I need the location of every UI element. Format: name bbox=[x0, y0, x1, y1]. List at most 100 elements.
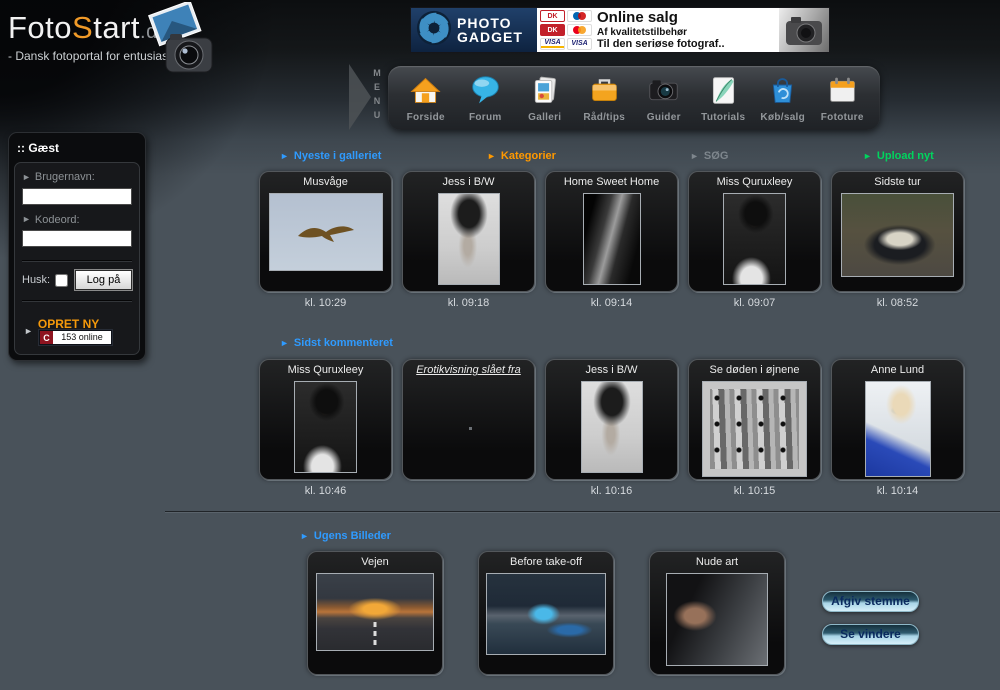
photo-card-anne-lund[interactable]: Anne Lund bbox=[831, 359, 964, 480]
gallery-cell: Anne Lund kl. 10:14 bbox=[831, 359, 964, 498]
nav-item-tutorials[interactable]: Tutorials bbox=[695, 74, 752, 123]
feather-page-icon bbox=[707, 74, 740, 112]
dankort-icon: DK bbox=[540, 10, 565, 22]
photo-card-home-sweet-home[interactable]: Home Sweet Home bbox=[545, 171, 678, 292]
newest-gallery-row: Musvåge kl. 10:29 Jess i B/W kl. 09:18 H… bbox=[259, 171, 964, 310]
photo-time: kl. 10:14 bbox=[831, 485, 964, 498]
see-winners-button[interactable]: Se vindere bbox=[822, 624, 919, 645]
username-input[interactable] bbox=[22, 188, 132, 205]
photo-title: Sidste tur bbox=[832, 172, 963, 188]
nav-label: Køb/salg bbox=[760, 112, 805, 123]
ad-subline-1: Af kvalitetstilbehør bbox=[597, 27, 725, 38]
photo-title: Musvåge bbox=[260, 172, 391, 188]
section-link-last-commented[interactable]: ► Sidst kommenteret bbox=[280, 337, 393, 349]
photo-time: kl. 09:07 bbox=[688, 297, 821, 310]
mastercard-icon bbox=[567, 24, 592, 36]
site-logo[interactable]: FotoStart.dk - Dansk fotoportal for entu… bbox=[8, 10, 238, 63]
password-label-text: Kodeord: bbox=[35, 214, 80, 226]
photo-time: kl. 10:46 bbox=[259, 485, 392, 498]
vote-button[interactable]: Afgiv stemme bbox=[822, 591, 919, 612]
gallery-cell: Nude art bbox=[649, 551, 785, 675]
nav-label: Galleri bbox=[528, 112, 561, 123]
ad-text: Online salg Af kvalitetstilbehør Til den… bbox=[597, 10, 725, 50]
photo-thumbnail bbox=[269, 193, 383, 271]
last-commented-row: Miss Quruxleey kl. 10:46 Erotikvisning s… bbox=[259, 359, 964, 498]
section-label: Nyeste i galleriet bbox=[294, 150, 381, 162]
photo-thumbnail bbox=[316, 573, 434, 651]
bullet-icon: ► bbox=[22, 173, 31, 182]
bullet-icon: ► bbox=[690, 152, 699, 161]
photo-card-se-doeden[interactable]: Se døden i øjnene bbox=[688, 359, 821, 480]
photo-card-nude-art[interactable]: Nude art bbox=[649, 551, 785, 675]
photo-card-musvaage[interactable]: Musvåge bbox=[259, 171, 392, 292]
photo-time: kl. 09:18 bbox=[402, 297, 535, 310]
password-input[interactable] bbox=[22, 230, 132, 247]
nav-item-forside[interactable]: Forside bbox=[397, 74, 454, 123]
logo-foto: Foto bbox=[8, 10, 72, 45]
photo-title: Vejen bbox=[308, 552, 442, 568]
nav-item-fototure[interactable]: Fototure bbox=[814, 74, 871, 123]
photo-card-before-take-off[interactable]: Before take-off bbox=[478, 551, 614, 675]
ad-content-panel: DK DK VISA VISA Online salg Af kvalitets… bbox=[537, 8, 779, 52]
photo-thumbnail bbox=[841, 193, 954, 277]
photo-card-miss-quruxleey[interactable]: Miss Quruxleey bbox=[688, 171, 821, 292]
divider bbox=[22, 300, 132, 302]
fotostart-page: FotoStart.dk - Dansk fotoportal for entu… bbox=[0, 0, 1000, 690]
week-photos-row: Vejen Before take-off Nude art bbox=[307, 551, 785, 675]
photo-thumbnail bbox=[865, 381, 931, 477]
photo-card-erotik-disabled[interactable]: Erotikvisning slået fra bbox=[402, 359, 535, 480]
photo-card-vejen[interactable]: Vejen bbox=[307, 551, 443, 675]
bullet-icon: ► bbox=[280, 152, 289, 161]
photo-title: Nude art bbox=[650, 552, 784, 568]
ad-subline-2: Til den seriøse fotograf.. bbox=[597, 38, 725, 50]
section-link-upload[interactable]: ►Upload nyt bbox=[863, 150, 934, 162]
remember-label: Husk: bbox=[22, 274, 50, 286]
divider bbox=[22, 260, 132, 262]
nav-item-galleri[interactable]: Galleri bbox=[516, 74, 573, 123]
password-label: ►Kodeord: bbox=[22, 214, 132, 226]
speech-bubble-icon bbox=[469, 74, 502, 112]
ad-brand-line2: GADGET bbox=[457, 30, 523, 44]
nav-item-koeb-salg[interactable]: Køb/salg bbox=[754, 74, 811, 123]
nav-item-raad-tips[interactable]: Råd/tips bbox=[576, 74, 633, 123]
bullet-icon: ► bbox=[280, 339, 289, 348]
visa-icon: VISA bbox=[567, 38, 592, 50]
photo-thumbnail bbox=[486, 573, 606, 655]
ad-brand-panel: PHOTO GADGET bbox=[411, 8, 537, 52]
maestro-icon bbox=[567, 10, 592, 22]
gallery-cell: Jess i B/W kl. 10:16 bbox=[545, 359, 678, 498]
photo-thumbnail bbox=[583, 193, 641, 285]
username-label-text: Brugernavn: bbox=[35, 171, 95, 183]
section-label: Ugens Billeder bbox=[314, 530, 391, 542]
hidden-photo-dot bbox=[469, 427, 472, 430]
counter-badge: C bbox=[40, 331, 53, 344]
gallery-cell: Miss Quruxleey kl. 10:46 bbox=[259, 359, 392, 498]
ad-banner[interactable]: PHOTO GADGET DK DK VISA VISA Online salg… bbox=[410, 7, 830, 53]
photo-title: Se døden i øjnene bbox=[689, 360, 820, 376]
photo-card-jess[interactable]: Jess i B/W bbox=[402, 171, 535, 292]
menu-arrow-icon[interactable] bbox=[349, 64, 371, 130]
visa-label: VISA bbox=[571, 41, 587, 47]
remember-checkbox[interactable] bbox=[55, 274, 68, 287]
photo-time: kl. 09:14 bbox=[545, 297, 678, 310]
login-button[interactable]: Log på bbox=[75, 270, 132, 290]
photo-time: kl. 08:52 bbox=[831, 297, 964, 310]
section-label: Sidst kommenteret bbox=[294, 337, 393, 349]
nav-item-guider[interactable]: Guider bbox=[635, 74, 692, 123]
menu-vertical-label: MENU bbox=[372, 68, 382, 124]
ad-brand-line1: PHOTO bbox=[457, 16, 523, 30]
section-link-newest[interactable]: ► Nyeste i galleriet bbox=[280, 150, 381, 162]
gallery-cell: Musvåge kl. 10:29 bbox=[259, 171, 392, 310]
section-link-week-photos[interactable]: ►Ugens Billeder bbox=[300, 530, 391, 542]
section-divider bbox=[165, 511, 1000, 513]
section-link-categories[interactable]: ►Kategorier bbox=[487, 150, 556, 162]
nav-label: Fototure bbox=[821, 112, 864, 123]
section-label: Kategorier bbox=[501, 150, 556, 162]
aperture-icon bbox=[416, 10, 452, 51]
photo-card-sidste-tur[interactable]: Sidste tur bbox=[831, 171, 964, 292]
photo-card-miss-quruxleey[interactable]: Miss Quruxleey bbox=[259, 359, 392, 480]
section-link-search[interactable]: ►SØG bbox=[690, 150, 728, 162]
photo-card-jess[interactable]: Jess i B/W bbox=[545, 359, 678, 480]
nav-item-forum[interactable]: Forum bbox=[457, 74, 514, 123]
login-header: :: Gæst bbox=[14, 138, 140, 162]
